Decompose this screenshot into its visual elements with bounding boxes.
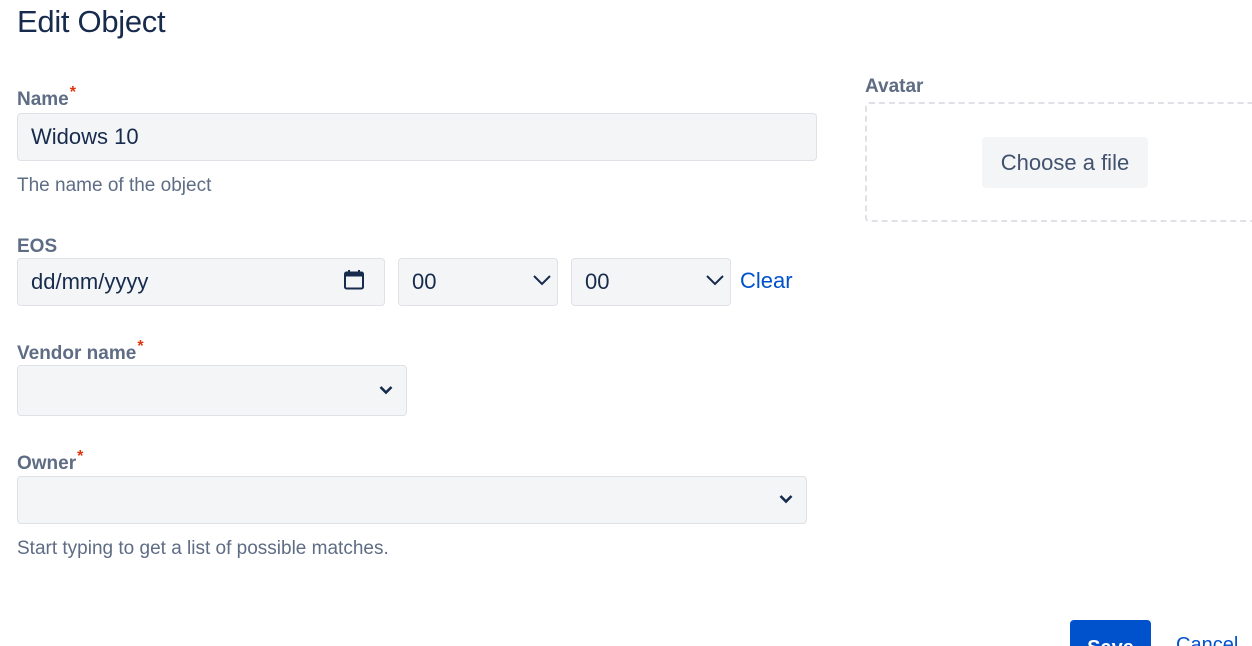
owner-select[interactable] (17, 476, 807, 524)
name-label: Name* (17, 84, 76, 111)
save-button[interactable]: Save (1070, 620, 1151, 646)
avatar-label: Avatar (865, 76, 924, 97)
page-title: Edit Object (17, 4, 166, 39)
owner-label: Owner* (17, 448, 83, 475)
required-mark: * (137, 338, 144, 355)
eos-clear-link[interactable]: Clear (740, 268, 793, 294)
eos-date-placeholder: dd/mm/yyyy (31, 269, 149, 294)
eos-hour-value: 00 (412, 269, 437, 294)
name-input[interactable]: Widows 10 (17, 113, 817, 161)
eos-minute-value: 00 (585, 269, 610, 294)
owner-label-text: Owner (17, 453, 77, 474)
vendor-select[interactable] (17, 365, 407, 416)
choose-file-button[interactable]: Choose a file (982, 137, 1148, 188)
name-input-value: Widows 10 (31, 124, 139, 149)
eos-label: EOS (17, 236, 58, 257)
name-help-text: The name of the object (17, 175, 212, 196)
chevron-down-icon (379, 382, 393, 400)
owner-help-text: Start typing to get a list of possible m… (17, 538, 389, 559)
vendor-label-text: Vendor name (17, 343, 137, 364)
cancel-link[interactable]: Cancel (1176, 634, 1238, 646)
calendar-icon[interactable] (343, 269, 365, 296)
eos-hour-select[interactable]: 00 (398, 258, 558, 306)
chevron-down-icon (705, 273, 725, 291)
vendor-label: Vendor name* (17, 338, 144, 365)
required-mark: * (69, 84, 76, 101)
name-label-text: Name (17, 89, 69, 110)
eos-date-input[interactable]: dd/mm/yyyy (17, 258, 385, 306)
eos-minute-select[interactable]: 00 (571, 258, 731, 306)
chevron-down-icon (779, 491, 793, 509)
chevron-down-icon (532, 273, 552, 291)
required-mark: * (77, 448, 84, 465)
